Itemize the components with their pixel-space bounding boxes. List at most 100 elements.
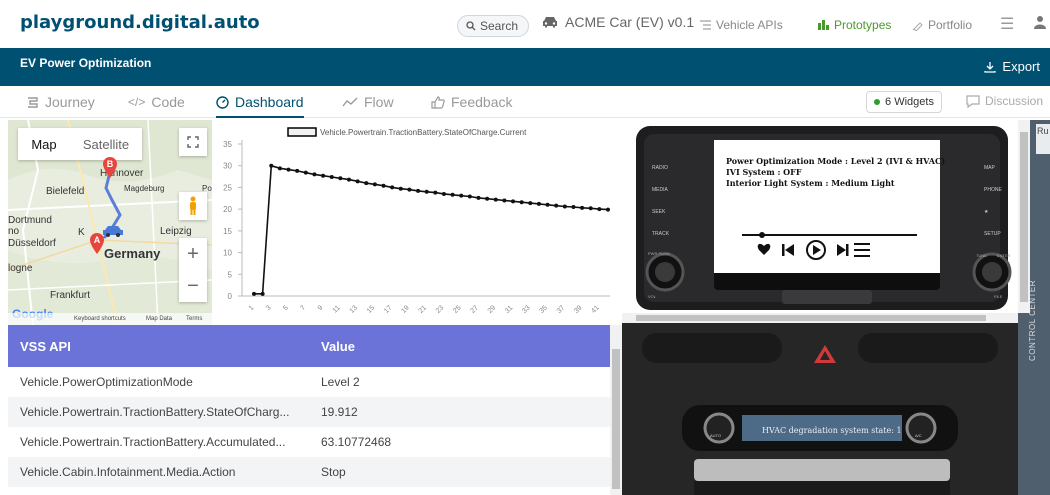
menu-icon[interactable]: ☰ bbox=[1000, 14, 1014, 34]
export-button[interactable]: Export bbox=[984, 59, 1040, 74]
zoom-control: + − bbox=[179, 238, 207, 302]
phone-button[interactable]: PHONE bbox=[984, 187, 1014, 209]
soc-data-point bbox=[571, 204, 576, 209]
map-type-map[interactable]: Map bbox=[18, 128, 70, 160]
soc-data-point bbox=[338, 176, 343, 181]
discussion-button[interactable]: Discussion bbox=[966, 94, 1043, 108]
map-label-bielefeld: Bielefeld bbox=[46, 186, 85, 197]
zoom-in-button[interactable]: + bbox=[179, 238, 207, 270]
tab-feedback-label: Feedback bbox=[451, 94, 513, 110]
vss-api-table: VSS API Value Vehicle.PowerOptimizationM… bbox=[8, 325, 610, 495]
soc-data-point bbox=[303, 170, 308, 175]
soc-data-point bbox=[329, 175, 334, 180]
tab-dashboard[interactable]: Dashboard bbox=[216, 94, 304, 118]
track-button[interactable]: TRACK bbox=[652, 231, 682, 253]
soc-data-point bbox=[528, 201, 533, 206]
tab-feedback[interactable]: Feedback bbox=[431, 94, 512, 110]
favorite-button[interactable]: ★ bbox=[984, 209, 1014, 231]
column-header-value: Value bbox=[321, 339, 355, 354]
soc-data-point bbox=[493, 197, 498, 202]
car-icon bbox=[543, 17, 557, 28]
y-tick-label: 25 bbox=[223, 183, 232, 192]
table-scrollbar[interactable] bbox=[610, 325, 622, 495]
map-shortcuts-link[interactable]: Keyboard shortcuts bbox=[74, 316, 126, 322]
nav-portfolio[interactable]: Portfolio bbox=[912, 18, 972, 32]
right-scrollbar[interactable] bbox=[1018, 120, 1030, 313]
table-row: Vehicle.Powertrain.TractionBattery.State… bbox=[8, 397, 610, 427]
nav-vehicle-apis[interactable]: Vehicle APIs bbox=[700, 18, 783, 32]
file-label: FILE bbox=[994, 294, 1003, 299]
soc-data-point bbox=[467, 194, 472, 199]
tab-code[interactable]: </> Code bbox=[128, 94, 185, 110]
car-selector[interactable]: ACME Car (EV) v0.1 bbox=[541, 14, 694, 30]
x-tick-label: 37 bbox=[556, 304, 567, 315]
y-tick-label: 10 bbox=[223, 249, 232, 258]
map-button[interactable]: MAP bbox=[984, 165, 1014, 187]
soc-data-point bbox=[597, 207, 602, 212]
soc-data-point bbox=[485, 196, 490, 201]
soc-data-point bbox=[554, 203, 559, 208]
tab-journey[interactable]: Journey bbox=[26, 94, 95, 110]
map-label-dortmund: Dortmund bbox=[8, 215, 52, 226]
tab-code-label: Code bbox=[151, 94, 185, 110]
map-label-magdeburg: Magdeburg bbox=[124, 184, 165, 193]
marker-b-icon[interactable]: B bbox=[102, 156, 118, 178]
y-tick-label: 15 bbox=[223, 227, 232, 236]
hvac-ac-label[interactable]: A/C bbox=[915, 433, 922, 438]
tab-dashboard-label: Dashboard bbox=[235, 94, 304, 110]
widgets-badge[interactable]: 6 Widgets bbox=[866, 91, 942, 113]
prototype-header: EV Power Optimization Export bbox=[0, 48, 1050, 86]
row-api: Vehicle.Powertrain.TractionBattery.Accum… bbox=[20, 435, 286, 449]
code-icon: </> bbox=[128, 95, 146, 109]
fullscreen-icon[interactable] bbox=[179, 128, 207, 156]
radio-button[interactable]: RADIO bbox=[652, 165, 682, 187]
hvac-console bbox=[622, 323, 1018, 495]
soc-data-point bbox=[580, 205, 585, 210]
map-label-po: Po bbox=[202, 184, 212, 193]
soc-data-point bbox=[407, 187, 412, 192]
map-label-cologne: logne bbox=[8, 263, 33, 274]
legend-label: Vehicle.Powertrain.TractionBattery.State… bbox=[320, 128, 527, 137]
x-tick-label: 41 bbox=[590, 304, 601, 315]
media-button[interactable]: MEDIA bbox=[652, 187, 682, 209]
infotainment-scrollbar[interactable] bbox=[622, 313, 1018, 323]
user-icon[interactable] bbox=[1034, 15, 1046, 34]
nav-prototypes[interactable]: Prototypes bbox=[818, 18, 891, 32]
widgets-count-label: 6 Widgets bbox=[885, 96, 934, 108]
pegman-icon[interactable] bbox=[179, 192, 207, 220]
setup-button[interactable]: SETUP bbox=[984, 231, 1014, 253]
power-knob-label: PWR PUSH bbox=[648, 251, 670, 256]
table-scrollbar-thumb[interactable] bbox=[612, 349, 620, 489]
infotainment-scrollbar-thumb[interactable] bbox=[636, 315, 986, 321]
seek-button[interactable]: SEEK bbox=[652, 209, 682, 231]
interior-light-line: Interior Light System : Medium Light bbox=[726, 178, 895, 188]
x-tick-label: 3 bbox=[265, 304, 273, 312]
nav-vehicle-apis-label: Vehicle APIs bbox=[716, 18, 783, 32]
x-tick-label: 29 bbox=[487, 304, 498, 315]
x-tick-label: 13 bbox=[349, 304, 360, 315]
tab-flow[interactable]: Flow bbox=[342, 94, 394, 110]
soc-data-point bbox=[295, 168, 300, 173]
map-label-k: K bbox=[78, 227, 85, 238]
infotainment-left-buttons: RADIO MEDIA SEEK TRACK bbox=[652, 165, 682, 253]
row-api: Vehicle.Powertrain.TractionBattery.State… bbox=[20, 405, 290, 419]
table-row: Vehicle.PowerOptimizationMode Level 2 bbox=[8, 367, 610, 397]
row-value: Level 2 bbox=[321, 375, 360, 389]
run-button[interactable]: Ru bbox=[1036, 124, 1050, 154]
map-terms-link[interactable]: Terms bbox=[186, 316, 202, 322]
hvac-status-text: HVAC degradation system state: 1 bbox=[762, 426, 902, 435]
soc-data-point bbox=[390, 185, 395, 190]
y-tick-label: 0 bbox=[228, 292, 233, 301]
hvac-auto-label[interactable]: AUTO bbox=[710, 433, 721, 438]
marker-a-label: A bbox=[94, 235, 101, 245]
brand-logo-text[interactable]: playground.digital.auto bbox=[20, 12, 260, 33]
soc-data-point bbox=[588, 206, 593, 211]
soc-data-point bbox=[269, 163, 274, 168]
zoom-out-button[interactable]: − bbox=[179, 270, 207, 302]
prototype-icon bbox=[818, 20, 829, 30]
map-widget[interactable]: Map Satellite + − Hannover Bielefeld Mag… bbox=[8, 120, 212, 325]
map-data-link[interactable]: Map Data bbox=[146, 316, 172, 322]
search-button[interactable]: Search bbox=[457, 15, 529, 37]
map-footer: Keyboard shortcuts Map Data Terms bbox=[8, 313, 212, 325]
right-scrollbar-thumb[interactable] bbox=[1020, 132, 1028, 302]
